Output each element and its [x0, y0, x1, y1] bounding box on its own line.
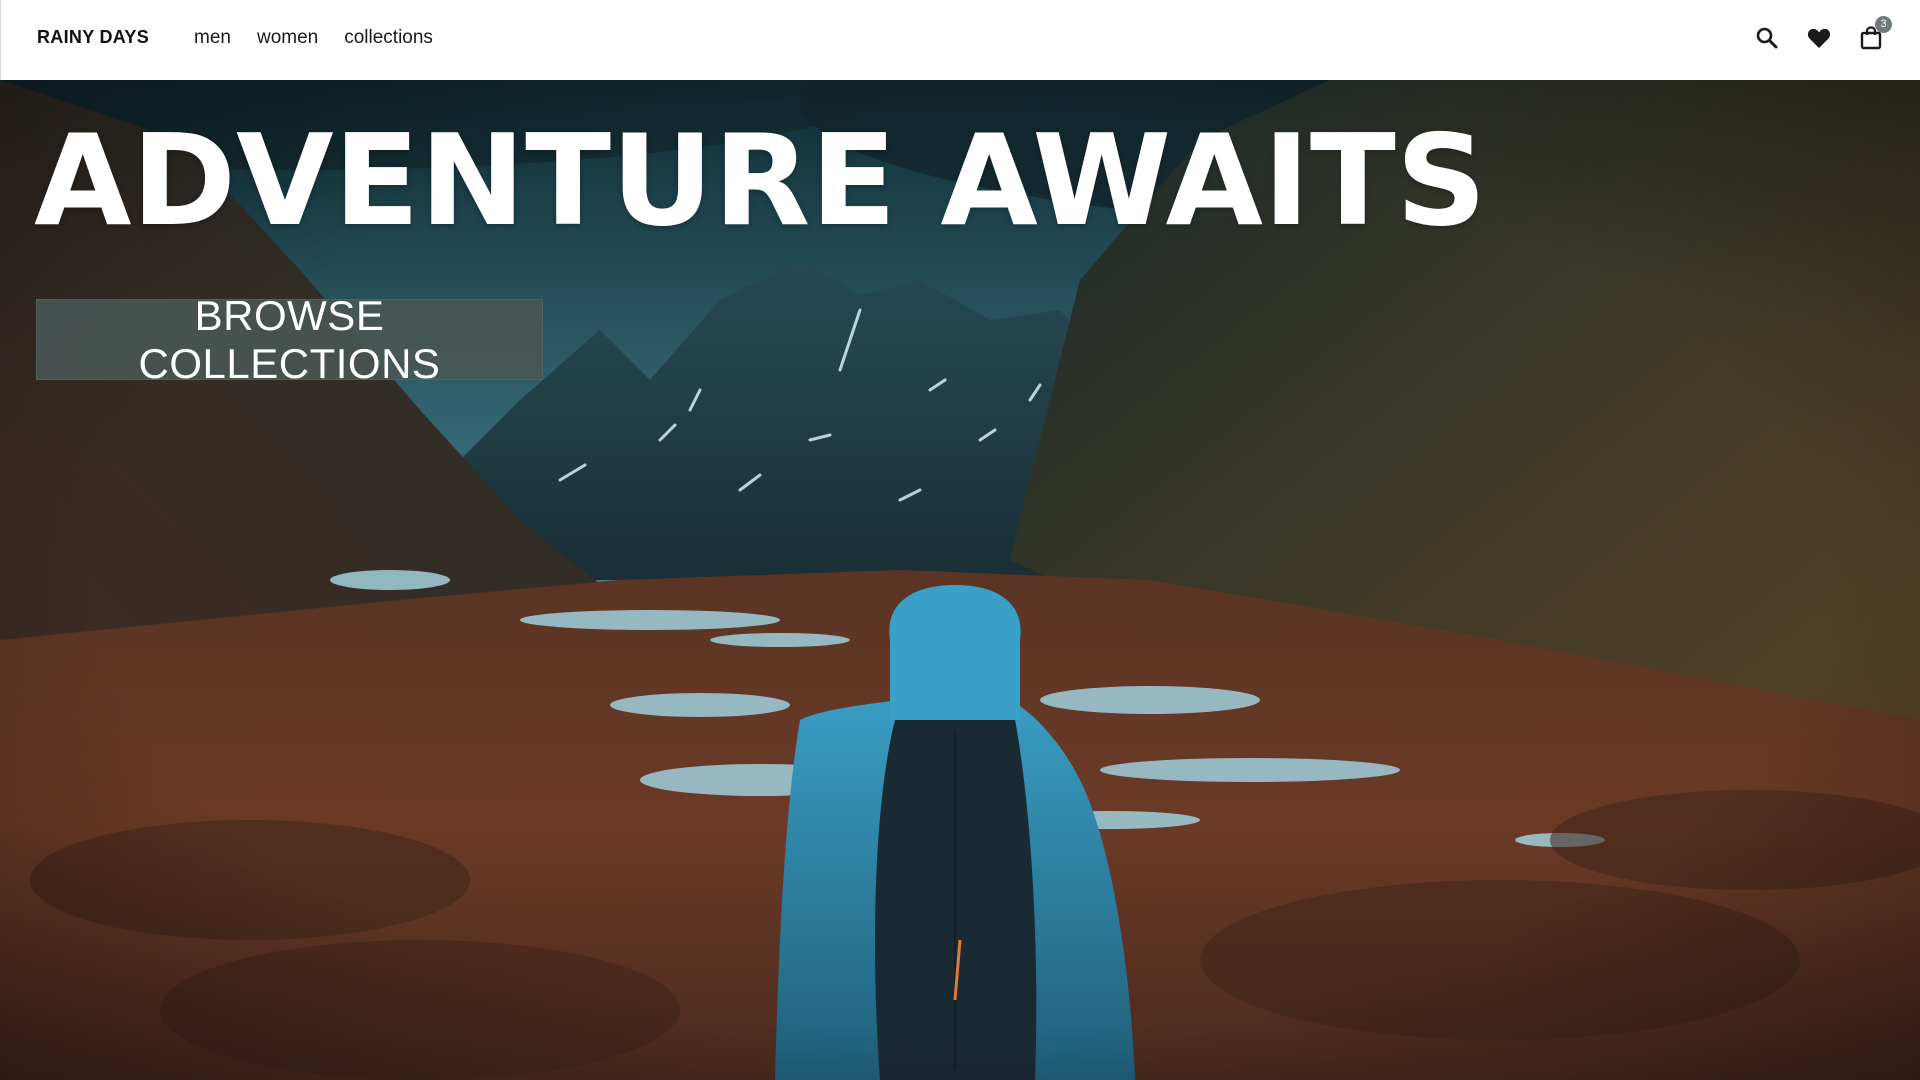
hero-title: ADVENTURE AWAITS — [34, 107, 1487, 254]
search-button[interactable] — [1750, 20, 1784, 56]
search-icon — [1756, 27, 1778, 49]
main-nav: men women collections — [194, 27, 433, 49]
cart-button[interactable]: 3 — [1854, 16, 1892, 56]
nav-link-women[interactable]: women — [257, 27, 318, 49]
nav-link-collections[interactable]: collections — [344, 27, 433, 49]
browse-collections-button[interactable]: BROWSE COLLECTIONS — [36, 292, 543, 387]
site-header: RAINY DAYS men women collections 3 — [0, 0, 1920, 80]
wishlist-button[interactable] — [1802, 20, 1836, 56]
heart-icon — [1807, 28, 1831, 48]
header-actions: 3 — [1750, 16, 1892, 56]
page: RAINY DAYS men women collections 3 ADVEN… — [0, 0, 1920, 1080]
site-logo[interactable]: RAINY DAYS — [37, 27, 149, 48]
nav-link-men[interactable]: men — [194, 27, 231, 49]
hero-section: ADVENTURE AWAITS BROWSE COLLECTIONS — [0, 80, 1920, 1080]
cart-count-badge: 3 — [1875, 16, 1892, 33]
